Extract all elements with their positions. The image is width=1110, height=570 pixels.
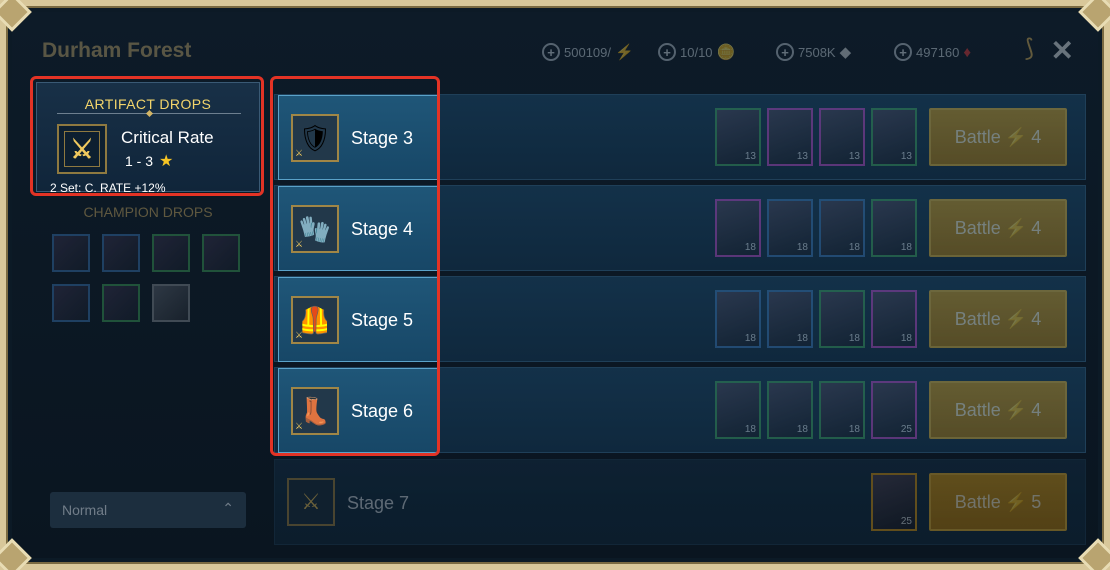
enemy-level: 18 [744,424,756,435]
battle-label: Battle [954,126,1001,147]
coin-value: 10/10 [680,44,713,60]
add-gem-button[interactable]: + [894,43,912,61]
energy-bolt-icon: ⚡ [1004,491,1028,512]
enemy-level: 18 [796,333,808,344]
enemy-portrait[interactable]: 18 [819,199,865,257]
enemy-level: 18 [796,242,808,253]
add-coin-button[interactable]: + [658,43,676,61]
battle-label: Battle [954,308,1001,329]
game-window-frame: Durham Forest + 500109/ ⚡ + 10/10 🪙 + 75… [0,0,1110,570]
champion-drop[interactable] [152,284,190,322]
energy-bolt-icon: ⚡ [1004,399,1028,420]
difficulty-select[interactable]: Normal ⌃ [50,492,246,528]
close-button[interactable]: ✕ [1051,34,1074,67]
energy-cost: 4 [1031,308,1042,329]
energy-cost: 5 [1031,491,1042,512]
frame-corner [1078,0,1110,32]
enemy-level: 18 [848,242,860,253]
energy-bolt-icon: ⚡ [615,44,634,61]
champion-drop[interactable] [102,284,140,322]
enemy-level: 13 [796,151,808,162]
enemy-level: 25 [900,516,912,527]
enemy-level: 25 [900,424,912,435]
silver-resource[interactable]: + 7508K ◆ [776,41,851,63]
battle-label: Battle [954,217,1001,238]
add-energy-button[interactable]: + [542,43,560,61]
enemy-portrait[interactable]: 18 [819,381,865,439]
gem-value: 497160 [916,44,960,60]
silver-coin-icon: 🪙 [716,44,736,61]
enemy-portrait[interactable]: 25 [871,473,917,531]
energy-bolt-icon: ⚡ [1004,217,1028,238]
stage-row: ⚔ Stage 7 25 Battle ⚡ 5 [274,459,1086,545]
enemy-level: 13 [848,151,860,162]
enemy-portrait[interactable]: 13 [819,108,865,166]
energy-bolt-icon: ⚡ [1004,126,1028,147]
stage-label: Stage 7 [347,493,410,513]
energy-cost: 4 [1031,217,1042,238]
frame-corner [0,0,32,32]
gem-icon: ♦ [963,43,972,61]
highlight-box [270,76,440,456]
drops-panel: ARTIFACT DROPS ⚔ Critical Rate 1 - 3 ★ 2… [30,76,264,548]
enemy-portrait[interactable]: 18 [871,199,917,257]
silver-ore-icon: ◆ [839,44,852,61]
add-silver-button[interactable]: + [776,43,794,61]
enemy-level: 13 [900,151,912,162]
frame-corner [0,538,32,570]
enemy-level: 13 [744,151,756,162]
battle-button[interactable]: Battle ⚡ 4 [929,199,1067,257]
battle-button[interactable]: Battle ⚡ 4 [929,381,1067,439]
enemy-portrait[interactable]: 18 [715,381,761,439]
battle-label: Battle [954,399,1001,420]
gem-resource[interactable]: + 497160 ♦ [894,41,971,63]
top-bar: Durham Forest + 500109/ ⚡ + 10/10 🪙 + 75… [30,30,1092,72]
enemy-portrait[interactable]: 18 [715,199,761,257]
dungeon-title: Durham Forest [42,39,192,62]
crossed-swords-icon: ⚔ [287,478,335,526]
champion-drop[interactable] [52,234,90,272]
champion-drops-title: CHAMPION DROPS [83,204,213,220]
enemy-portrait[interactable]: 25 [871,381,917,439]
chevron-up-icon: ⌃ [222,500,234,516]
enemy-portrait[interactable]: 18 [715,290,761,348]
enemy-level: 18 [848,333,860,344]
bow-icon: ⟆ [1024,35,1034,62]
battle-button[interactable]: Battle ⚡ 5 [929,473,1067,531]
enemy-level: 18 [744,242,756,253]
enemy-portrait[interactable]: 18 [767,381,813,439]
champion-drop[interactable] [52,284,90,322]
enemy-portrait[interactable]: 13 [715,108,761,166]
stage-list: 🛡 ⚔ Stage 3 13 13 13 13 Battle ⚡ 4 🧤 ⚔ S… [270,76,1086,548]
champion-drop[interactable] [152,234,190,272]
enemy-level: 18 [796,424,808,435]
enemy-portrait[interactable]: 13 [767,108,813,166]
battle-button[interactable]: Battle ⚡ 4 [929,108,1067,166]
enemy-level: 18 [848,424,860,435]
highlight-box [30,76,264,196]
enemy-portrait[interactable]: 18 [767,290,813,348]
enemy-level: 18 [900,333,912,344]
enemy-portrait[interactable]: 18 [871,290,917,348]
energy-value: 500109/ [564,44,611,60]
battle-label: Battle [954,491,1001,512]
enemy-portrait[interactable]: 18 [767,199,813,257]
difficulty-value: Normal [62,502,108,518]
energy-bolt-icon: ⚡ [1004,308,1028,329]
enemy-portrait[interactable]: 13 [871,108,917,166]
enemy-portrait[interactable]: 18 [819,290,865,348]
stage-row-7: ⚔ Stage 7 25 Battle ⚡ 5 [274,459,1086,545]
silver-coin-resource[interactable]: + 10/10 🪙 [658,41,735,63]
energy-resource[interactable]: + 500109/ ⚡ [542,41,634,63]
champion-drop[interactable] [202,234,240,272]
enemy-level: 18 [900,242,912,253]
enemy-level: 18 [744,333,756,344]
champion-drop[interactable] [102,234,140,272]
energy-cost: 4 [1031,399,1042,420]
energy-cost: 4 [1031,126,1042,147]
battle-button[interactable]: Battle ⚡ 4 [929,290,1067,348]
silver-value: 7508K [798,44,836,60]
